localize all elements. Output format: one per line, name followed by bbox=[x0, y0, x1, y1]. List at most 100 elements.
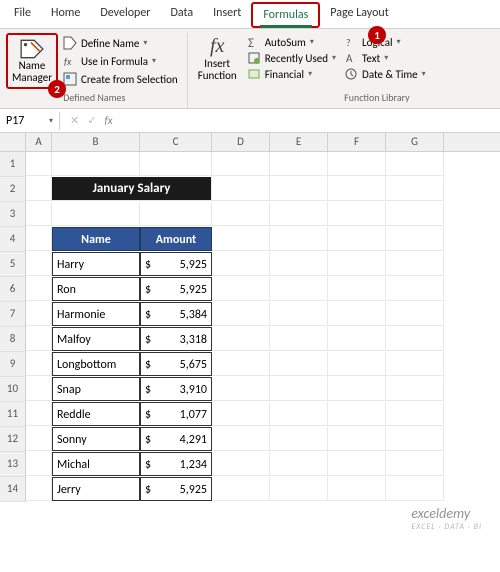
cell[interactable] bbox=[328, 202, 386, 226]
cell[interactable] bbox=[386, 452, 444, 476]
cell[interactable] bbox=[270, 277, 328, 301]
insert-function-button[interactable]: fx Insert Function bbox=[192, 33, 243, 84]
cell[interactable] bbox=[328, 227, 386, 251]
col-header-g[interactable]: G bbox=[386, 133, 444, 151]
financial-button[interactable]: Financial ▾ bbox=[247, 67, 336, 81]
cell[interactable]: Harmonie bbox=[52, 302, 140, 326]
fx-icon[interactable]: fx bbox=[104, 114, 112, 127]
col-header-c[interactable]: C bbox=[140, 133, 212, 151]
col-header-f[interactable]: F bbox=[328, 133, 386, 151]
name-manager-button[interactable]: Name Manager bbox=[6, 33, 58, 89]
cell[interactable] bbox=[270, 477, 328, 501]
cell[interactable] bbox=[26, 152, 52, 176]
define-name-button[interactable]: Define Name ▾ bbox=[62, 35, 179, 51]
cell[interactable] bbox=[386, 152, 444, 176]
cell[interactable] bbox=[270, 427, 328, 451]
col-header-d[interactable]: D bbox=[212, 133, 270, 151]
row-header[interactable]: 13 bbox=[0, 452, 26, 477]
tab-insert[interactable]: Insert bbox=[203, 2, 251, 28]
cell[interactable]: $1,234 bbox=[140, 452, 212, 476]
cell[interactable] bbox=[212, 452, 270, 476]
cell[interactable] bbox=[270, 402, 328, 426]
use-in-formula-button[interactable]: fx Use in Formula ▾ bbox=[62, 53, 179, 69]
recently-used-button[interactable]: Recently Used ▾ bbox=[247, 51, 336, 65]
cell[interactable] bbox=[386, 277, 444, 301]
cell[interactable] bbox=[212, 202, 270, 226]
cell[interactable] bbox=[386, 302, 444, 326]
text-button[interactable]: A Text ▾ bbox=[344, 51, 426, 65]
row-header[interactable]: 3 bbox=[0, 202, 26, 227]
cell[interactable] bbox=[386, 427, 444, 451]
create-from-selection-button[interactable]: Create from Selection bbox=[62, 71, 179, 87]
cell[interactable]: Name bbox=[52, 227, 140, 251]
cell[interactable] bbox=[212, 352, 270, 376]
cell[interactable] bbox=[270, 252, 328, 276]
col-header-e[interactable]: E bbox=[270, 133, 328, 151]
cell[interactable] bbox=[270, 452, 328, 476]
cell[interactable] bbox=[328, 152, 386, 176]
cell[interactable]: $5,675 bbox=[140, 352, 212, 376]
cell[interactable] bbox=[26, 352, 52, 376]
row-header[interactable]: 6 bbox=[0, 277, 26, 302]
cell[interactable] bbox=[212, 402, 270, 426]
row-header[interactable]: 11 bbox=[0, 402, 26, 427]
row-header[interactable]: 14 bbox=[0, 477, 26, 502]
cell[interactable] bbox=[386, 477, 444, 501]
cell[interactable] bbox=[26, 327, 52, 351]
cell[interactable]: Ron bbox=[52, 277, 140, 301]
cell[interactable] bbox=[52, 152, 140, 176]
cell[interactable] bbox=[140, 202, 212, 226]
cell[interactable] bbox=[386, 177, 444, 201]
cell[interactable] bbox=[212, 477, 270, 501]
cell[interactable] bbox=[328, 477, 386, 501]
cell[interactable] bbox=[328, 352, 386, 376]
cell[interactable] bbox=[212, 177, 270, 201]
cell[interactable] bbox=[328, 327, 386, 351]
row-header[interactable]: 2 bbox=[0, 177, 26, 202]
row-header[interactable]: 5 bbox=[0, 252, 26, 277]
tab-page-layout[interactable]: Page Layout bbox=[320, 2, 398, 28]
row-header[interactable]: 7 bbox=[0, 302, 26, 327]
cell[interactable] bbox=[328, 177, 386, 201]
cell[interactable] bbox=[26, 377, 52, 401]
cell[interactable]: Amount bbox=[140, 227, 212, 251]
cell[interactable] bbox=[212, 427, 270, 451]
enter-icon[interactable]: ✓ bbox=[87, 114, 96, 127]
cell[interactable] bbox=[270, 352, 328, 376]
select-all-corner[interactable] bbox=[0, 133, 26, 151]
row-header[interactable]: 8 bbox=[0, 327, 26, 352]
cell[interactable] bbox=[212, 377, 270, 401]
cell[interactable] bbox=[270, 177, 328, 201]
cell[interactable]: $3,318 bbox=[140, 327, 212, 351]
cell[interactable] bbox=[26, 202, 52, 226]
cell[interactable] bbox=[270, 377, 328, 401]
cell[interactable]: $5,925 bbox=[140, 252, 212, 276]
col-header-b[interactable]: B bbox=[52, 133, 140, 151]
cell[interactable] bbox=[386, 352, 444, 376]
cell[interactable]: Jerry bbox=[52, 477, 140, 501]
cancel-icon[interactable]: ✕ bbox=[70, 114, 79, 127]
cell[interactable] bbox=[26, 277, 52, 301]
cell[interactable] bbox=[328, 277, 386, 301]
cell[interactable]: Michal bbox=[52, 452, 140, 476]
cell[interactable] bbox=[26, 177, 52, 201]
cell[interactable] bbox=[328, 252, 386, 276]
cell[interactable] bbox=[386, 377, 444, 401]
row-header[interactable]: 10 bbox=[0, 377, 26, 402]
autosum-button[interactable]: Σ AutoSum ▾ bbox=[247, 35, 336, 49]
cell[interactable] bbox=[26, 402, 52, 426]
tab-developer[interactable]: Developer bbox=[90, 2, 160, 28]
cell[interactable] bbox=[212, 252, 270, 276]
cell[interactable] bbox=[212, 277, 270, 301]
cell[interactable] bbox=[328, 377, 386, 401]
cell[interactable] bbox=[26, 227, 52, 251]
cell[interactable]: Malfoy bbox=[52, 327, 140, 351]
name-box[interactable]: P17 ▾ bbox=[0, 112, 60, 130]
col-header-a[interactable]: A bbox=[26, 133, 52, 151]
cell[interactable] bbox=[328, 452, 386, 476]
cell[interactable]: $4,291 bbox=[140, 427, 212, 451]
date-time-button[interactable]: Date & Time ▾ bbox=[344, 67, 426, 81]
cell[interactable] bbox=[386, 227, 444, 251]
tab-data[interactable]: Data bbox=[160, 2, 203, 28]
tab-file[interactable]: File bbox=[4, 2, 41, 28]
